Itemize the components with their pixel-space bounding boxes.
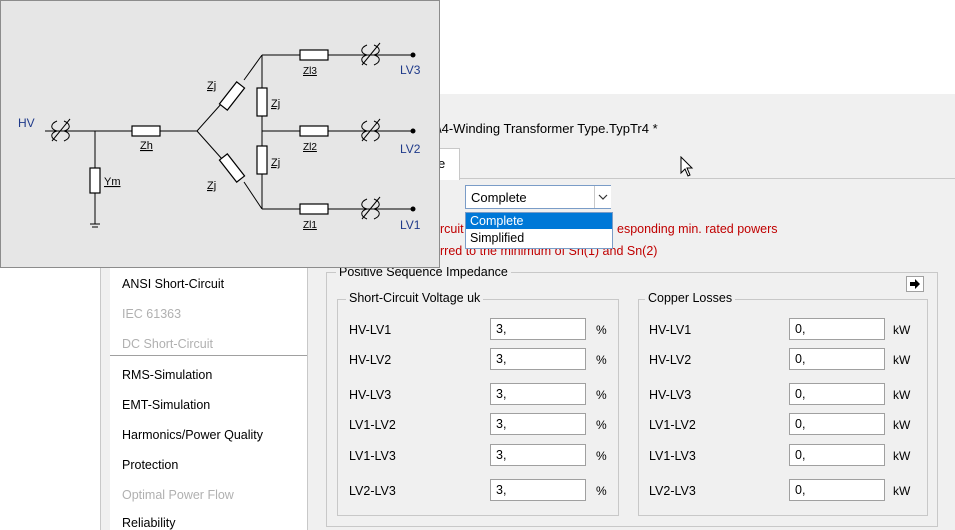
note-text-1a: rcuit [440,222,464,236]
circuit-svg: HV LV3 LV2 LV1 Zh Ym Zj Zj Zj Zj Zl3 Zl2… [18,42,421,232]
pcu-input-lv2-lv3[interactable]: 0, [789,479,885,501]
pcu-unit: kW [893,484,911,498]
uk-label-hv-lv1: HV-LV1 [349,323,392,337]
impedance-label-zj-mid-lower: Zj [271,157,280,169]
impedance-label-zl3: Zl3 [303,66,317,77]
uk-unit: % [596,484,607,498]
pcu-unit: kW [893,449,911,463]
model-select-value: Complete [471,190,527,205]
impedance-label-zj-mid-upper: Zj [271,98,280,110]
pcu-label-lv1-lv2: LV1-LV2 [649,418,696,432]
pcu-input-hv-lv3[interactable]: 0, [789,383,885,405]
impedance-label-zh: Zh [140,140,153,152]
impedance-label-zj-lower: Zj [207,180,216,192]
model-option-complete[interactable]: Complete [466,213,612,229]
sidebar-item-protection[interactable]: Protection [122,458,178,472]
uk-label-hv-lv3: HV-LV3 [349,388,392,402]
impedance-label-zj-upper: Zj [207,80,216,92]
mouse-cursor-icon [680,156,694,177]
copper-losses-title: Copper Losses [645,291,736,305]
uk-input-hv-lv3[interactable]: 3, [490,383,586,405]
sidebar-item-iec-61363: IEC 61363 [122,307,182,321]
sidebar-item-reliability[interactable]: Reliability [122,516,176,530]
bus-label-hv: HV [18,116,35,130]
short-circuit-voltage-title: Short-Circuit Voltage uk [346,291,484,305]
pcu-input-hv-lv1[interactable]: 0, [789,318,885,340]
uk-unit: % [596,449,607,463]
model-option-simplified[interactable]: Simplified [466,230,612,247]
pcu-label-hv-lv3: HV-LV3 [649,388,692,402]
bus-label-lv1: LV1 [400,218,421,232]
expand-arrow-button[interactable] [906,276,924,292]
uk-input-hv-lv2[interactable]: 3, [490,348,586,370]
uk-unit: % [596,418,607,432]
pcu-unit: kW [893,353,911,367]
pcu-label-lv2-lv3: LV2-LV3 [649,484,696,498]
pcu-input-hv-lv2[interactable]: 0, [789,348,885,370]
bus-label-lv3: LV3 [400,63,421,77]
sidebar-item-harmonics[interactable]: Harmonics/Power Quality [122,428,263,442]
uk-label-hv-lv2: HV-LV2 [349,353,392,367]
pcu-unit: kW [893,323,911,337]
uk-label-lv1-lv3: LV1-LV3 [349,449,396,463]
chevron-down-icon [598,194,608,200]
pcu-unit: kW [893,388,911,402]
admittance-label-ym: Ym [104,176,121,188]
impedance-label-zl2: Zl2 [303,142,317,153]
uk-label-lv1-lv2: LV1-LV2 [349,418,396,432]
sidebar-item-rms-simulation[interactable]: RMS-Simulation [122,368,212,382]
pcu-label-lv1-lv3: LV1-LV3 [649,449,696,463]
uk-unit: % [596,353,607,367]
pcu-unit: kW [893,418,911,432]
pcu-input-lv1-lv3[interactable]: 0, [789,444,885,466]
sidebar-item-ansi-short-circuit[interactable]: ANSI Short-Circuit [122,277,224,291]
pcu-input-lv1-lv2[interactable]: 0, [789,413,885,435]
bus-label-lv2: LV2 [400,142,421,156]
window-title: \4-Winding Transformer Type.TypTr4 * [438,121,658,136]
uk-unit: % [596,323,607,337]
arrow-right-icon [910,279,920,289]
sidebar-item-dc-short-circuit: DC Short-Circuit [122,337,213,351]
uk-input-lv2-lv3[interactable]: 3, [490,479,586,501]
uk-input-lv1-lv3[interactable]: 3, [490,444,586,466]
pcu-label-hv-lv2: HV-LV2 [649,353,692,367]
sidebar: ANSI Short-Circuit IEC 61363 DC Short-Ci… [110,265,308,530]
sidebar-item-optimal-power-flow: Optimal Power Flow [122,488,234,502]
uk-input-lv1-lv2[interactable]: 3, [490,413,586,435]
equivalent-circuit-diagram: HV LV3 LV2 LV1 Zh Ym Zj Zj Zj Zj Zl3 Zl2… [0,0,440,268]
impedance-label-zl1: Zl1 [303,220,317,231]
sidebar-item-emt-simulation[interactable]: EMT-Simulation [122,398,210,412]
model-option-label: Simplified [470,231,525,245]
uk-label-lv2-lv3: LV2-LV3 [349,484,396,498]
model-option-label: Complete [470,214,524,228]
model-select-toggle[interactable] [594,186,611,208]
uk-input-hv-lv1[interactable]: 3, [490,318,586,340]
note-text-1b: esponding min. rated powers [617,222,778,236]
uk-unit: % [596,388,607,402]
pcu-label-hv-lv1: HV-LV1 [649,323,692,337]
sidebar-separator [110,355,307,356]
